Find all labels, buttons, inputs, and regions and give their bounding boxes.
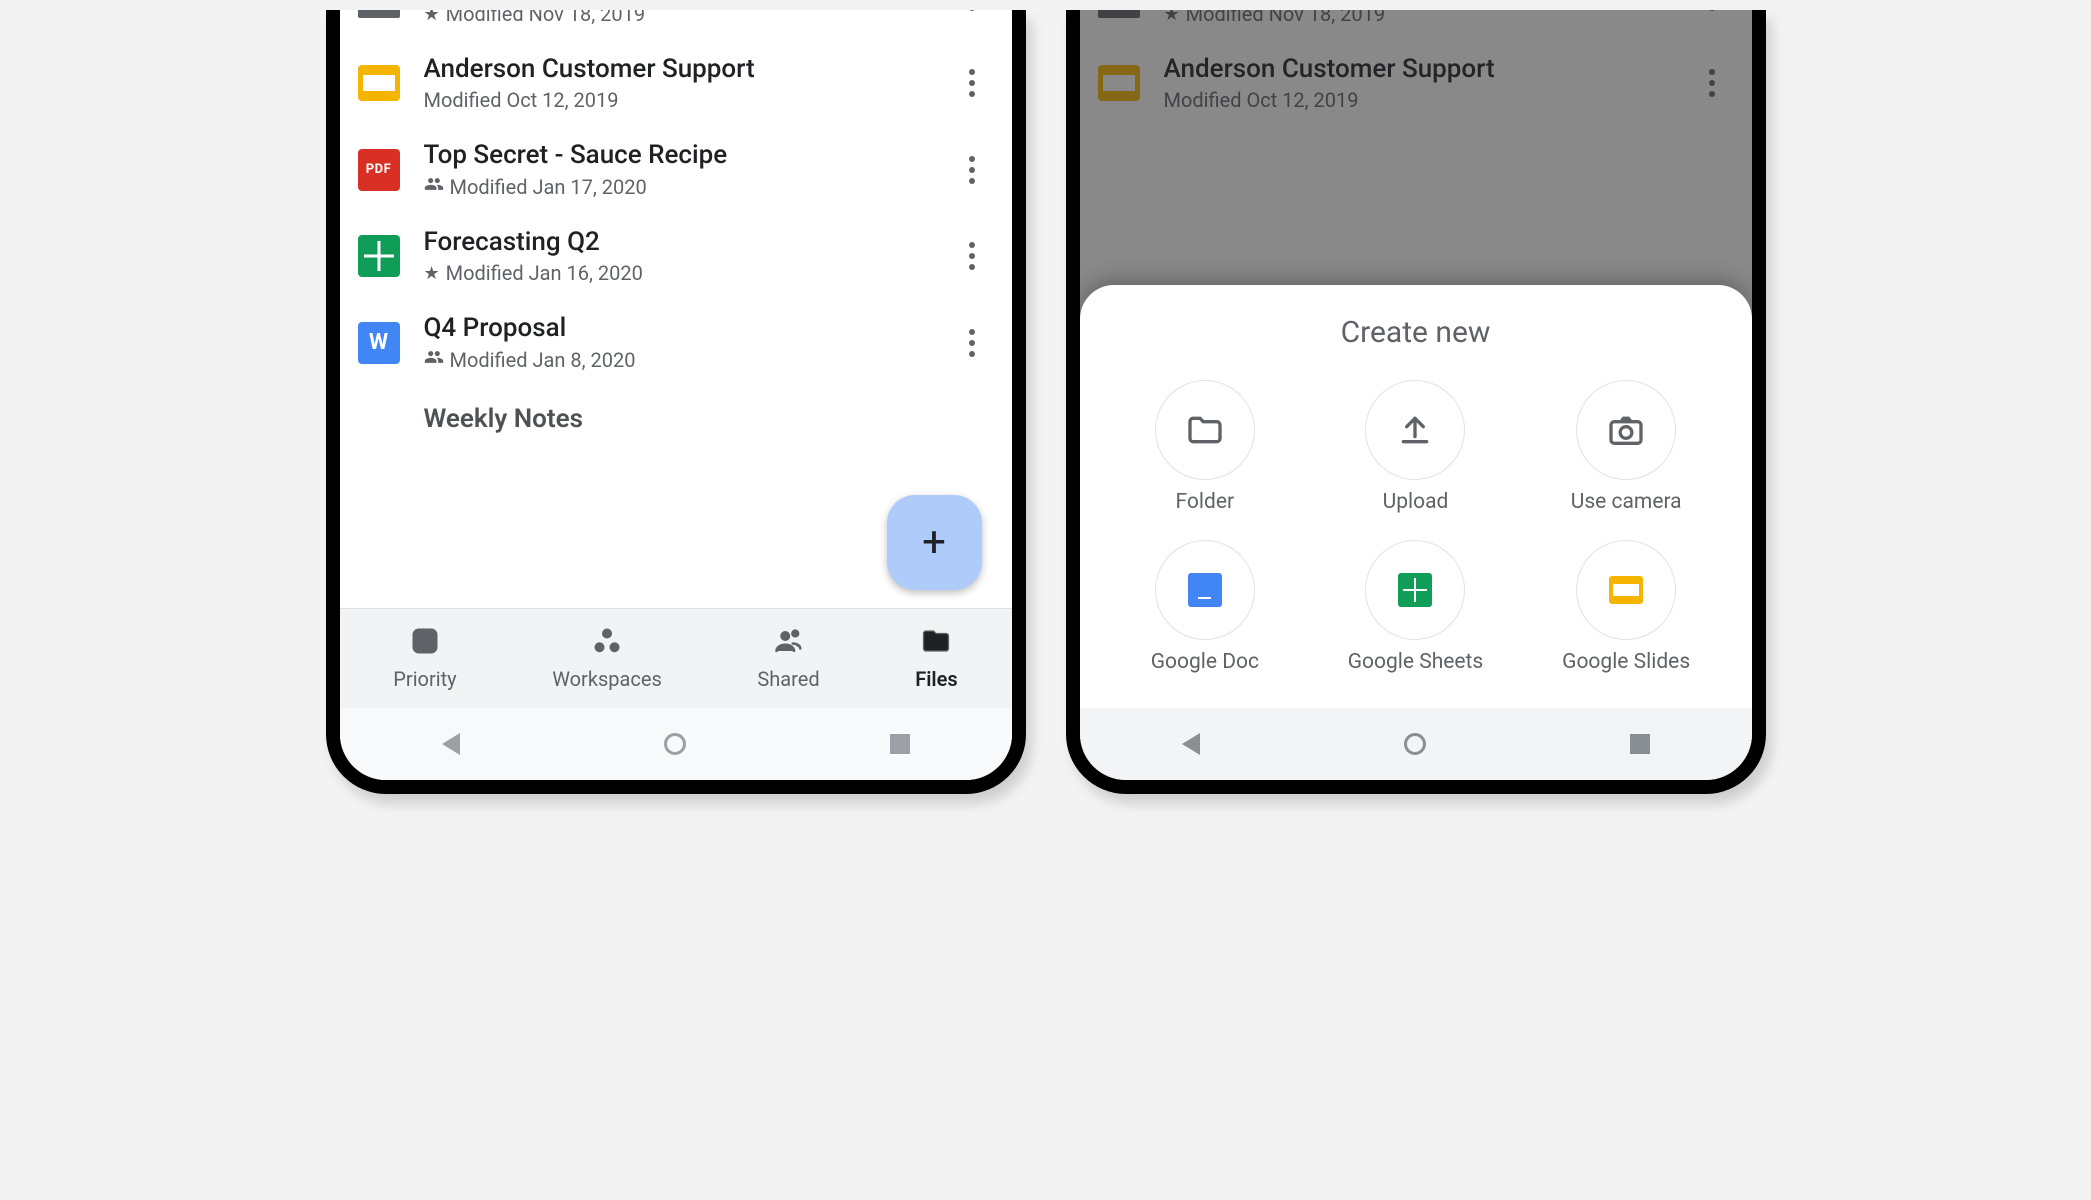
file-subtitle: ★ Modified Nov 18, 2019 bbox=[424, 10, 952, 26]
file-modified: Modified Jan 8, 2020 bbox=[450, 348, 636, 372]
folder-icon bbox=[1155, 380, 1255, 480]
file-subtitle: Modified Jan 17, 2020 bbox=[424, 174, 952, 199]
option-label: Folder bbox=[1176, 490, 1235, 514]
option-google-doc[interactable]: Google Doc bbox=[1120, 540, 1290, 674]
file-title: Q4 Proposal bbox=[424, 313, 952, 343]
slides-icon bbox=[358, 65, 400, 101]
file-title: Anderson Customer Support bbox=[424, 54, 952, 84]
tab-priority[interactable]: Priority bbox=[393, 626, 456, 691]
screen-left: Distributed Iceberg Deliverables ★ Modif… bbox=[340, 10, 1012, 780]
file-text: Weekly Notes bbox=[424, 404, 992, 438]
folder-icon bbox=[358, 10, 400, 18]
file-modified: Modified Jan 17, 2020 bbox=[450, 175, 647, 199]
upload-icon bbox=[1365, 380, 1465, 480]
star-icon: ★ bbox=[424, 263, 440, 284]
pdf-icon: PDF bbox=[358, 149, 400, 191]
option-upload[interactable]: Upload bbox=[1330, 380, 1500, 514]
workspaces-icon bbox=[592, 626, 622, 663]
camera-icon bbox=[1576, 380, 1676, 480]
option-label: Google Doc bbox=[1151, 650, 1259, 674]
option-camera[interactable]: Use camera bbox=[1541, 380, 1711, 514]
tab-label: Priority bbox=[393, 667, 456, 691]
file-row[interactable]: Distributed Iceberg Deliverables ★ Modif… bbox=[340, 10, 1012, 40]
sheets-icon bbox=[358, 235, 400, 277]
file-subtitle: Modified Jan 8, 2020 bbox=[424, 347, 952, 372]
shared-icon bbox=[424, 347, 444, 372]
file-text: Distributed Iceberg Deliverables ★ Modif… bbox=[424, 10, 952, 26]
recents-icon[interactable] bbox=[890, 734, 910, 754]
docs-icon: W bbox=[358, 322, 400, 364]
plus-icon: + bbox=[922, 518, 946, 567]
more-button[interactable] bbox=[952, 148, 992, 192]
file-row[interactable]: Anderson Customer Support Modified Oct 1… bbox=[340, 40, 1012, 126]
file-text: Forecasting Q2 ★ Modified Jan 16, 2020 bbox=[424, 227, 952, 285]
file-title: Top Secret - Sauce Recipe bbox=[424, 140, 952, 170]
more-button[interactable] bbox=[952, 61, 992, 105]
more-button[interactable] bbox=[952, 234, 992, 278]
gdoc-icon bbox=[1155, 540, 1255, 640]
file-subtitle: Modified Oct 12, 2019 bbox=[424, 88, 952, 112]
file-text: Top Secret - Sauce Recipe Modified Jan 1… bbox=[424, 140, 952, 199]
option-label: Google Sheets bbox=[1348, 650, 1484, 674]
file-title: Forecasting Q2 bbox=[424, 227, 952, 257]
create-fab[interactable]: + bbox=[887, 495, 982, 590]
tab-label: Workspaces bbox=[552, 667, 662, 691]
home-icon[interactable] bbox=[664, 733, 686, 755]
gslides-icon bbox=[1576, 540, 1676, 640]
file-subtitle: ★ Modified Jan 16, 2020 bbox=[424, 261, 952, 285]
create-options-grid: Folder Upload Use camera bbox=[1100, 380, 1732, 674]
file-modified: Modified Oct 12, 2019 bbox=[424, 88, 619, 112]
gsheets-icon bbox=[1365, 540, 1465, 640]
file-modified: Modified Jan 16, 2020 bbox=[446, 261, 643, 285]
more-button[interactable] bbox=[952, 321, 992, 365]
shared-icon bbox=[774, 626, 804, 663]
system-nav bbox=[340, 708, 1012, 780]
bottom-tabs: Priority Workspaces Shared Files bbox=[340, 608, 1012, 708]
sheet-title: Create new bbox=[1100, 315, 1732, 350]
system-nav bbox=[1080, 708, 1752, 780]
file-row[interactable]: PDF Top Secret - Sauce Recipe Modified J… bbox=[340, 126, 1012, 213]
back-icon[interactable] bbox=[1182, 733, 1200, 755]
file-text: Q4 Proposal Modified Jan 8, 2020 bbox=[424, 313, 952, 372]
recents-icon[interactable] bbox=[1630, 734, 1650, 754]
tab-shared[interactable]: Shared bbox=[757, 626, 819, 691]
file-row[interactable]: Forecasting Q2 ★ Modified Jan 16, 2020 bbox=[340, 213, 1012, 299]
file-modified: Modified Nov 18, 2019 bbox=[446, 10, 645, 26]
option-folder[interactable]: Folder bbox=[1120, 380, 1290, 514]
priority-icon bbox=[410, 626, 440, 663]
file-row[interactable]: Weekly Notes bbox=[340, 386, 1012, 456]
file-title: Weekly Notes bbox=[424, 404, 992, 434]
file-row[interactable]: W Q4 Proposal Modified Jan 8, 2020 bbox=[340, 299, 1012, 386]
home-icon[interactable] bbox=[1404, 733, 1426, 755]
option-google-slides[interactable]: Google Slides bbox=[1541, 540, 1711, 674]
option-label: Google Slides bbox=[1562, 650, 1690, 674]
tab-label: Files bbox=[915, 667, 957, 691]
option-label: Upload bbox=[1383, 490, 1449, 514]
option-label: Use camera bbox=[1571, 490, 1682, 514]
phone-left: Distributed Iceberg Deliverables ★ Modif… bbox=[326, 10, 1026, 794]
screen-right: Distributed Iceberg Deliverables ★ Modif… bbox=[1080, 10, 1752, 780]
create-new-sheet: Create new Folder Upload bbox=[1080, 285, 1752, 708]
more-button[interactable] bbox=[952, 10, 992, 19]
shared-icon bbox=[424, 174, 444, 199]
star-icon: ★ bbox=[424, 10, 440, 25]
files-icon bbox=[921, 626, 951, 663]
tab-files[interactable]: Files bbox=[915, 626, 957, 691]
phone-right: Distributed Iceberg Deliverables ★ Modif… bbox=[1066, 10, 1766, 794]
back-icon[interactable] bbox=[442, 733, 460, 755]
tab-label: Shared bbox=[757, 667, 819, 691]
option-google-sheets[interactable]: Google Sheets bbox=[1330, 540, 1500, 674]
tab-workspaces[interactable]: Workspaces bbox=[552, 626, 662, 691]
file-text: Anderson Customer Support Modified Oct 1… bbox=[424, 54, 952, 112]
